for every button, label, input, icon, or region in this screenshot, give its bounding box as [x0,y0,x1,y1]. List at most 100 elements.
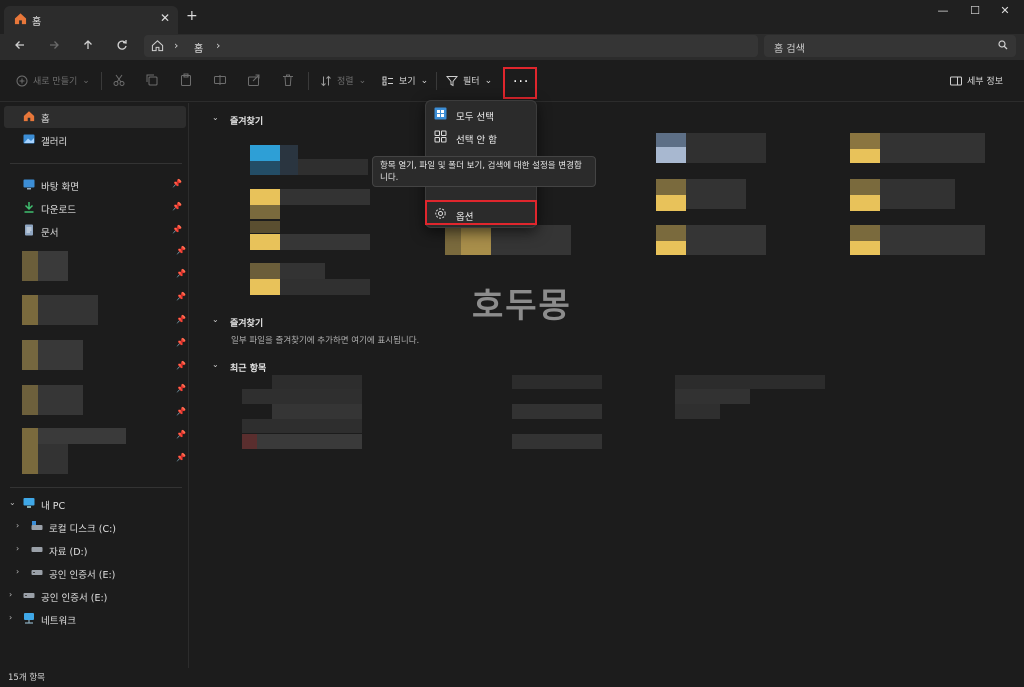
sidebar-item-downloads[interactable]: 다운로드 📌 [4,197,186,219]
recent-item[interactable] [257,434,362,449]
pinned-folder[interactable] [22,340,38,370]
pinned-folder[interactable] [22,295,38,325]
menu-item-select-all[interactable]: 모두 선택 [432,104,532,124]
quick-access-folder[interactable] [850,241,880,255]
sidebar-item-network[interactable]: › 네트워크 [4,608,186,630]
sidebar-item-drive-e[interactable]: › 공인 인증서 (E:) [4,562,186,584]
recent-item[interactable] [675,375,825,389]
view-button[interactable]: 보기 ⌄ [382,74,428,87]
new-tab-button[interactable]: + [186,8,198,24]
chevron-down-icon[interactable]: ⌄ [212,315,219,324]
quick-access-folder[interactable] [850,179,880,195]
maximize-button[interactable]: ☐ [964,4,986,20]
recent-item[interactable] [272,404,362,419]
quick-access-folder[interactable] [656,147,686,163]
chevron-right-icon[interactable]: › [16,521,19,530]
rename-icon[interactable] [213,73,229,89]
chevron-right-icon[interactable]: › [9,613,12,622]
paste-icon[interactable] [179,73,195,89]
pinned-folder[interactable] [22,428,38,474]
recent-item[interactable] [242,419,362,433]
pin-icon[interactable]: 📌 [176,338,186,347]
pinned-folder[interactable] [22,251,38,281]
sidebar-item-drive-e-root[interactable]: › 공인 인증서 (E:) [4,585,186,607]
quick-access-folder[interactable] [250,221,280,233]
quick-access-folder[interactable] [461,225,491,255]
recent-item[interactable] [512,434,602,449]
sidebar-item-gallery[interactable]: 갤러리 [4,129,186,151]
quick-access-folder[interactable] [445,225,461,255]
pin-icon[interactable]: 📌 [176,269,186,278]
quick-access-folder[interactable] [656,133,686,147]
filter-button[interactable]: 필터 ⌄ [446,74,492,87]
minimize-button[interactable]: — [932,4,954,20]
sidebar-item-desktop[interactable]: 바탕 화면 📌 [4,174,186,196]
quick-access-folder[interactable] [656,179,686,195]
quick-access-folder[interactable] [656,241,686,255]
quick-access-folder[interactable] [656,195,686,211]
pin-icon[interactable]: 📌 [172,179,182,188]
sort-button[interactable]: 정렬 ⌄ [320,74,366,87]
pin-icon[interactable]: 📌 [176,407,186,416]
recent-item[interactable] [512,375,602,389]
tab-home[interactable]: 홈 ✕ [4,6,178,34]
chevron-right-icon[interactable]: › [16,544,19,553]
details-button[interactable]: 세부 정보 [950,74,1003,87]
pin-icon[interactable]: 📌 [172,225,182,234]
quick-access-folder[interactable] [850,133,880,149]
share-icon[interactable] [247,73,263,89]
quick-access-folder[interactable] [250,205,280,219]
section-quick-access-title[interactable]: 즐겨찾기 [230,114,263,127]
pin-icon[interactable]: 📌 [176,453,186,462]
quick-access-folder[interactable] [250,145,280,161]
recent-item[interactable] [675,389,750,404]
chevron-down-icon[interactable]: ⌄ [9,498,16,507]
new-button[interactable]: 새로 만들기 ⌄ [16,74,90,87]
sidebar-item-this-pc[interactable]: ⌄ 내 PC [4,493,186,515]
pin-icon[interactable]: 📌 [176,246,186,255]
quick-access-folder[interactable] [250,234,280,250]
quick-access-folder[interactable] [850,149,880,163]
recent-item[interactable] [512,404,602,419]
search-input[interactable]: 홈 검색 [764,35,1016,57]
quick-access-folder[interactable] [656,225,686,241]
sidebar-item-drive-d[interactable]: › 자료 (D:) [4,539,186,561]
pin-icon[interactable]: 📌 [172,202,182,211]
chevron-right-icon[interactable]: › [9,590,12,599]
back-button[interactable] [11,38,29,56]
sidebar-item-home[interactable]: 홈 [4,106,186,128]
delete-icon[interactable] [281,73,297,89]
quick-access-folder[interactable] [250,189,280,205]
pin-icon[interactable]: 📌 [176,384,186,393]
quick-access-folder[interactable] [850,195,880,211]
pin-icon[interactable]: 📌 [176,361,186,370]
refresh-button[interactable] [113,38,131,56]
forward-button[interactable] [45,38,63,56]
see-more-button[interactable]: ··· [503,67,537,99]
sidebar-item-drive-c[interactable]: › 로컬 디스크 (C:) [4,516,186,538]
recent-item[interactable] [675,404,720,419]
tab-close-icon[interactable]: ✕ [160,11,170,25]
recent-item[interactable] [242,389,362,404]
breadcrumb-home[interactable]: 홈 [194,40,203,55]
quick-access-folder[interactable] [250,161,280,175]
pin-icon[interactable]: 📌 [176,315,186,324]
pin-icon[interactable]: 📌 [176,430,186,439]
sidebar-item-documents[interactable]: 문서 📌 [4,220,186,242]
quick-access-folder[interactable] [250,263,280,279]
up-button[interactable] [79,38,97,56]
address-bar[interactable]: › 홈 › [144,35,758,57]
quick-access-folder[interactable] [850,225,880,241]
chevron-right-icon[interactable]: › [216,39,220,52]
pinned-folder[interactable] [22,385,38,415]
section-favorites-title[interactable]: 즐겨찾기 [230,316,263,329]
chevron-down-icon[interactable]: ⌄ [212,113,219,122]
close-window-button[interactable]: ✕ [994,4,1016,20]
menu-item-select-none[interactable]: 선택 안 함 [432,127,532,147]
chevron-down-icon[interactable]: ⌄ [212,360,219,369]
pin-icon[interactable]: 📌 [176,292,186,301]
cut-icon[interactable] [112,73,128,89]
chevron-right-icon[interactable]: › [16,567,19,576]
section-recent-title[interactable]: 최근 항목 [230,361,266,374]
quick-access-folder[interactable] [250,279,280,295]
